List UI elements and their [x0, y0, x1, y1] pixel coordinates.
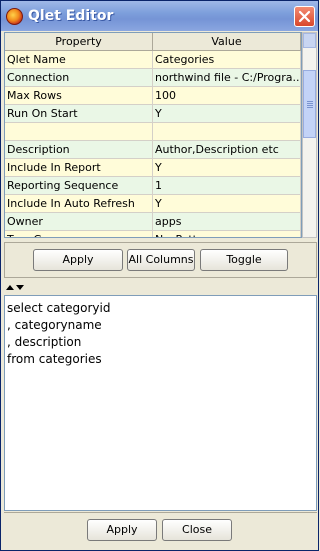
- value-cell[interactable]: [153, 123, 301, 140]
- sql-line: from categories: [7, 352, 102, 366]
- close-button[interactable]: Close: [162, 519, 232, 541]
- scrollbar-thumb[interactable]: [303, 70, 316, 138]
- sql-line: , categoryname: [7, 318, 102, 332]
- value-cell[interactable]: northwind file - C:/Progra...: [153, 69, 301, 86]
- value-cell[interactable]: Categories: [153, 51, 301, 68]
- splitter[interactable]: [4, 282, 317, 294]
- value-cell[interactable]: Author,Description etc: [153, 141, 301, 158]
- table-row[interactable]: Reporting Sequence 1: [5, 177, 301, 195]
- sql-editor[interactable]: select categoryid , categoryname , descrip…: [4, 295, 317, 511]
- property-cell: Connection: [5, 69, 153, 86]
- column-header-property[interactable]: Property: [5, 33, 153, 51]
- property-cell: Include In Report: [5, 159, 153, 176]
- value-cell[interactable]: 1: [153, 177, 301, 194]
- property-cell: Include In Auto Refresh: [5, 195, 153, 212]
- grip-icon: [307, 101, 313, 109]
- table-row[interactable]: [5, 123, 301, 141]
- property-cell: Max Rows: [5, 87, 153, 104]
- property-cell: Reporting Sequence: [5, 177, 153, 194]
- collapse-up-icon[interactable]: [6, 285, 14, 290]
- value-cell[interactable]: Y: [153, 195, 301, 212]
- property-cell: Tree Group: [5, 231, 153, 237]
- title-bar[interactable]: Qlet Editor: [1, 1, 318, 31]
- table-body: Qlet Name Categories Connection northwind f…: [5, 51, 301, 237]
- property-cell: Run On Start: [5, 105, 153, 122]
- apply-properties-button[interactable]: Apply: [33, 249, 123, 271]
- value-cell[interactable]: Y: [153, 159, 301, 176]
- app-logo-icon: [6, 8, 23, 25]
- scroll-up-button[interactable]: [303, 33, 316, 48]
- value-cell[interactable]: No_Pattern: [153, 231, 301, 237]
- toggle-button[interactable]: Toggle: [200, 249, 288, 271]
- table-row[interactable]: Max Rows 100: [5, 87, 301, 105]
- expand-down-icon[interactable]: [16, 285, 24, 290]
- sql-line: , description: [7, 335, 82, 349]
- properties-table: Property Value Qlet Name Categories Connec…: [4, 32, 302, 238]
- properties-scrollbar[interactable]: [302, 32, 317, 238]
- table-row[interactable]: Description Author,Description etc: [5, 141, 301, 159]
- property-cell: [5, 123, 153, 140]
- apply-button[interactable]: Apply: [87, 519, 157, 541]
- value-cell[interactable]: apps: [153, 213, 301, 230]
- table-row[interactable]: Qlet Name Categories: [5, 51, 301, 69]
- all-columns-button[interactable]: All Columns: [127, 249, 195, 271]
- table-row[interactable]: Connection northwind file - C:/Progra...: [5, 69, 301, 87]
- table-row[interactable]: Run On Start Y: [5, 105, 301, 123]
- bottom-toolbar: Apply Close: [4, 512, 317, 550]
- table-row[interactable]: Owner apps: [5, 213, 301, 231]
- property-cell: Owner: [5, 213, 153, 230]
- table-row[interactable]: Include In Auto Refresh Y: [5, 195, 301, 213]
- property-cell: Description: [5, 141, 153, 158]
- close-window-button[interactable]: [294, 6, 315, 27]
- qlet-editor-window: Qlet Editor Property Value Qlet Name Cate…: [0, 0, 319, 551]
- table-row[interactable]: Include In Report Y: [5, 159, 301, 177]
- properties-toolbar: Apply All Columns Toggle: [4, 242, 317, 278]
- property-cell: Qlet Name: [5, 51, 153, 68]
- column-header-value[interactable]: Value: [153, 33, 301, 51]
- value-cell[interactable]: Y: [153, 105, 301, 122]
- table-header: Property Value: [5, 33, 301, 51]
- table-row[interactable]: Tree GroupNo_Pattern: [5, 231, 301, 237]
- value-cell[interactable]: 100: [153, 87, 301, 104]
- sql-line: select categoryid: [7, 301, 111, 315]
- close-icon: [298, 10, 311, 23]
- window-title: Qlet Editor: [28, 8, 114, 24]
